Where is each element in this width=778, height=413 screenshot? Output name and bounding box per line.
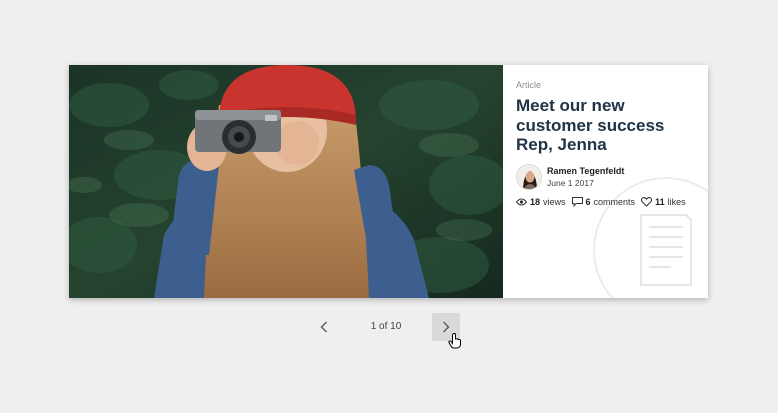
likes-count: 11: [655, 197, 665, 207]
article-title[interactable]: Meet our new customer success Rep, Jenna: [516, 96, 701, 155]
views-count: 18: [530, 197, 541, 207]
likes-stat[interactable]: 11 likes: [641, 197, 686, 207]
article-author: Ramen Tegenfeldt June 1 2017: [516, 163, 624, 191]
article-category: Article: [516, 80, 542, 90]
chevron-right-icon: [443, 321, 450, 333]
article-stats: 18 views 6 comments 11 likes: [516, 197, 692, 207]
hand-pointer-icon: [448, 333, 461, 349]
views-stat: 18 views: [516, 197, 566, 207]
chevron-left-icon: [320, 321, 327, 333]
comment-icon: [571, 197, 583, 207]
article-info-panel: Article Meet our new customer success Re…: [503, 65, 708, 298]
views-label: views: [543, 197, 566, 207]
comments-label: comments: [593, 197, 636, 207]
publish-date: June 1 2017: [547, 178, 594, 188]
author-name[interactable]: Ramen Tegenfeldt: [547, 165, 624, 177]
article-photo[interactable]: [69, 65, 503, 298]
comments-stat[interactable]: 6 comments: [571, 197, 636, 207]
avatar[interactable]: [516, 164, 542, 190]
heart-icon: [641, 197, 653, 207]
comments-count: 6: [585, 197, 591, 207]
previous-button[interactable]: [310, 313, 338, 341]
document-icon: [593, 177, 708, 298]
page-indicator: 1 of 10: [370, 321, 402, 332]
article-card[interactable]: Article Meet our new customer success Re…: [69, 65, 708, 298]
likes-label: likes: [667, 197, 686, 207]
eye-icon: [516, 198, 527, 206]
pagination: 1 of 10: [0, 313, 778, 341]
